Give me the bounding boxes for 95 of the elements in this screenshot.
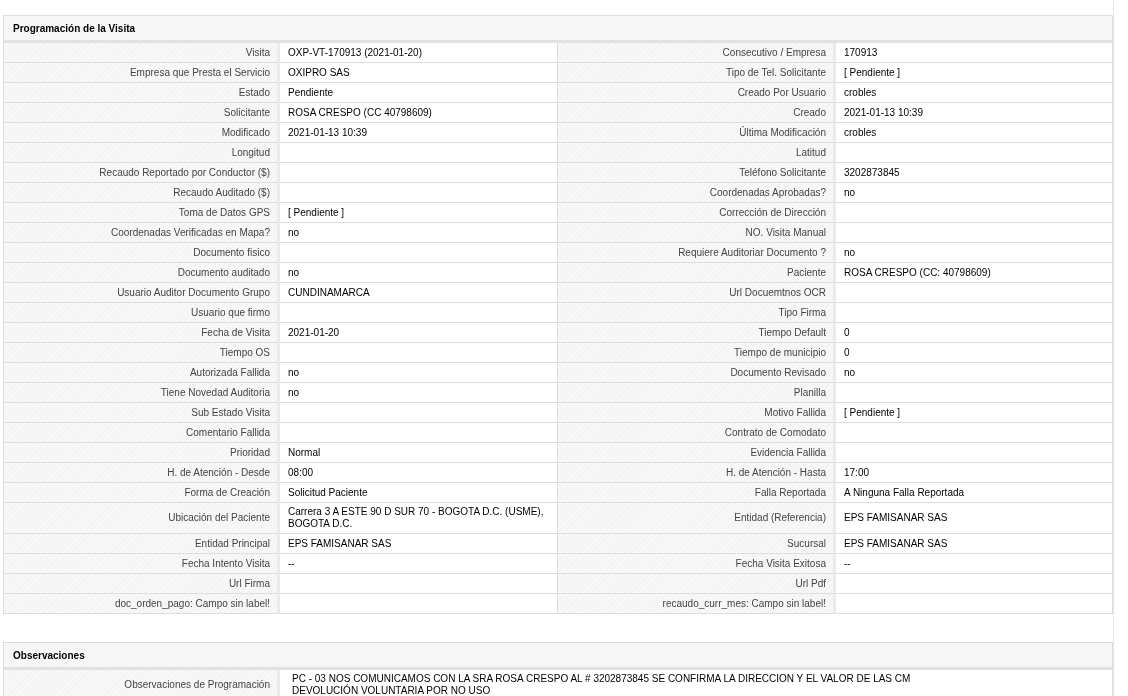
field-label: Tipo Firma: [558, 303, 836, 323]
field-value: Normal: [280, 443, 558, 463]
field-value: Carrera 3 A ESTE 90 D SUR 70 - BOGOTA D.C. (USME), BOGOTA D.C.: [280, 503, 558, 534]
field-label: Usuario que firmo: [4, 303, 280, 323]
field-value: 3202873845: [836, 163, 1113, 183]
field-label: NO. Visita Manual: [558, 223, 836, 243]
field-value: [ Pendiente ]: [280, 203, 558, 223]
field-label: Url Pdf: [558, 574, 836, 594]
field-label: Creado Por Usuario: [558, 83, 836, 103]
field-label: doc_orden_pago: Campo sin label!: [4, 594, 280, 614]
field-label: Entidad Principal: [4, 534, 280, 554]
field-value: no: [280, 263, 558, 283]
field-label: Última Modificación: [558, 123, 836, 143]
field-value: [ Pendiente ]: [836, 403, 1113, 423]
field-label: Contrato de Comodato: [558, 423, 836, 443]
field-value: ROSA CRESPO (CC: 40798609): [836, 263, 1113, 283]
field-value: --: [836, 554, 1113, 574]
field-label: Consecutivo / Empresa: [558, 43, 836, 63]
field-value: Solicitud Paciente: [280, 483, 558, 503]
field-label: H. de Atención - Desde: [4, 463, 280, 483]
field-label: Teléfono Solicitante: [558, 163, 836, 183]
field-value: no: [280, 383, 558, 403]
field-value: 2021-01-20: [280, 323, 558, 343]
field-label: Fecha Intento Visita: [4, 554, 280, 574]
field-value: Pendiente: [280, 83, 558, 103]
field-value: OXIPRO SAS: [280, 63, 558, 83]
field-value: EPS FAMISANAR SAS: [836, 534, 1113, 554]
field-label: Corrección de Dirección: [558, 203, 836, 223]
field-value: --: [280, 554, 558, 574]
field-label: Sucursal: [558, 534, 836, 554]
field-value: no: [280, 363, 558, 383]
section-header: Programación de la Visita: [3, 15, 1113, 43]
field-label: Url Docuemtnos OCR: [558, 283, 836, 303]
field-value: crobles: [836, 83, 1113, 103]
field-label: Tiempo OS: [4, 343, 280, 363]
field-label: Evidencia Fallida: [558, 443, 836, 463]
field-value: no: [280, 223, 558, 243]
field-label: Solicitante: [4, 103, 280, 123]
field-label: Modificado: [4, 123, 280, 143]
field-label: Comentario Fallida: [4, 423, 280, 443]
field-label: Recaudo Reportado por Conductor ($): [4, 163, 280, 183]
field-label: Documento auditado: [4, 263, 280, 283]
field-value: 170913: [836, 43, 1113, 63]
field-label: Tiene Novedad Auditoria: [4, 383, 280, 403]
field-label: Documento fisico: [4, 243, 280, 263]
field-value: EPS FAMISANAR SAS: [280, 534, 558, 554]
field-value: crobles: [836, 123, 1113, 143]
field-label: Recaudo Auditado ($): [4, 183, 280, 203]
field-value: 08:00: [280, 463, 558, 483]
field-value: no: [836, 243, 1113, 263]
field-value: 2021-01-13 10:39: [836, 103, 1113, 123]
field-label: Coordenadas Verificadas en Mapa?: [4, 223, 280, 243]
field-label: Estado: [4, 83, 280, 103]
field-value: 0: [836, 323, 1113, 343]
field-label: Entidad (Referencia): [558, 503, 836, 534]
field-value: no: [836, 183, 1113, 203]
field-label: Sub Estado Visita: [4, 403, 280, 423]
field-label: Tiempo de municipio: [558, 343, 836, 363]
field-label: Toma de Datos GPS: [4, 203, 280, 223]
field-label: Ubicación del Paciente: [4, 503, 280, 534]
field-label: Observaciones de Programación: [4, 670, 280, 696]
field-label: Fecha de Visita: [4, 323, 280, 343]
field-label: Longitud: [4, 143, 280, 163]
field-label: Latitud: [558, 143, 836, 163]
field-label: Coordenadas Aprobadas?: [558, 183, 836, 203]
field-label: Usuario Auditor Documento Grupo: [4, 283, 280, 303]
field-label: Autorizada Fallida: [4, 363, 280, 383]
field-label: Creado: [558, 103, 836, 123]
field-label: Visita: [4, 43, 280, 63]
field-value: OXP-VT-170913 (2021-01-20): [280, 43, 558, 63]
field-value: EPS FAMISANAR SAS: [836, 503, 1113, 534]
field-value: 17:00: [836, 463, 1113, 483]
field-label: Fecha Visita Exitosa: [558, 554, 836, 574]
field-label: Paciente: [558, 263, 836, 283]
field-label: Falla Reportada: [558, 483, 836, 503]
field-value: [ Pendiente ]: [836, 63, 1113, 83]
field-label: H. de Atención - Hasta: [558, 463, 836, 483]
field-label: Url Firma: [4, 574, 280, 594]
field-value: no: [836, 363, 1113, 383]
field-value: ROSA CRESPO (CC 40798609): [280, 103, 558, 123]
field-label: Tipo de Tel. Solicitante: [558, 63, 836, 83]
field-label: Requiere Auditoriar Documento ?: [558, 243, 836, 263]
field-value: A Ninguna Falla Reportada: [836, 483, 1113, 503]
field-value: 2021-01-13 10:39: [280, 123, 558, 143]
field-label: Motivo Fallida: [558, 403, 836, 423]
field-label: recaudo_curr_mes: Campo sin label!: [558, 594, 836, 614]
field-label: Prioridad: [4, 443, 280, 463]
field-label: Documento Revisado: [558, 363, 836, 383]
field-value: CUNDINAMARCA: [280, 283, 558, 303]
field-label: Tiempo Default: [558, 323, 836, 343]
section-header: Observaciones: [3, 642, 1113, 670]
field-value: 0: [836, 343, 1113, 363]
field-label: Planilla: [558, 383, 836, 403]
field-label: Forma de Creación: [4, 483, 280, 503]
field-label: Empresa que Presta el Servicio: [4, 63, 280, 83]
